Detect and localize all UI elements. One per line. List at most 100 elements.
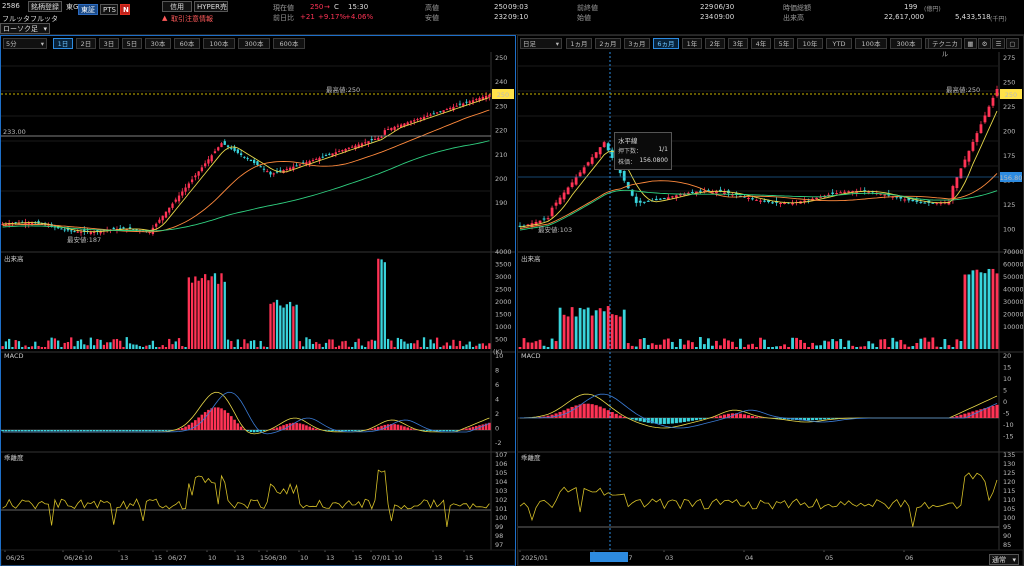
leftRanges-btn-2[interactable]: 3日 (99, 38, 119, 49)
undefined-candle (574, 177, 578, 185)
leftRanges-btn-0[interactable]: 1日 (53, 38, 73, 49)
left-chart-svg[interactable]: 250240230220210200190250最高値:250最安値:18740… (1, 52, 515, 566)
window-icon[interactable]: ▢ (1006, 38, 1019, 49)
undefined-volume-bar (318, 343, 321, 349)
rightRanges-btn-8[interactable]: 5年 (774, 38, 794, 49)
undefined-macd-line (2, 391, 490, 435)
rightRanges-btn-9[interactable]: 10年 (797, 38, 823, 49)
undefined-candle (562, 192, 566, 200)
undefined-volume-bar (911, 346, 915, 349)
right-chart-pane[interactable]: 日足 ▾ 1ヵ月 2ヵ月 3ヵ月 6ヵ月 1年 2年 3年 4年 5年 10年 YTD 100本 300本… (517, 35, 1024, 566)
right-footer-select[interactable]: 通常 ▾ (989, 554, 1019, 565)
undefined-volume-bar (122, 347, 125, 349)
rightRanges-btn-12[interactable]: 300本 (890, 38, 922, 49)
leftRanges-btn-6[interactable]: 100本 (203, 38, 235, 49)
technical-button[interactable]: テクニカル (928, 38, 962, 58)
crosshair-price-text: 156.80 (1000, 174, 1023, 182)
credit-button[interactable]: 信用 (162, 1, 192, 12)
undefined-candle (566, 187, 570, 195)
register-button[interactable]: 銘柄登録 (28, 1, 62, 12)
undefined-volume-bar (30, 346, 34, 349)
left-chart-pane[interactable]: 5分 ▾ 1日 2日 3日 5日 30本 60本 100本 300本 600本 250 240 230… (0, 35, 516, 566)
chevron-down-icon: ▾ (40, 40, 44, 48)
undefined-macd-hist (425, 430, 429, 431)
open-value: 234 (700, 13, 714, 21)
undefined-macd-hist (442, 430, 445, 432)
undefined-candle (262, 168, 266, 170)
undefined-psy-tick: 100 (1003, 514, 1015, 522)
leftRanges-btn-7[interactable]: 300本 (238, 38, 270, 49)
right-interval-select[interactable]: 日足 ▾ (520, 38, 562, 49)
undefined-macd-hist (184, 426, 187, 430)
undefined-volume-bar (239, 347, 243, 349)
undefined-candle (351, 146, 354, 148)
leftRanges-btn-3[interactable]: 5日 (122, 38, 142, 49)
undefined-candle (963, 159, 967, 168)
rightRanges-btn-10[interactable]: YTD (826, 38, 852, 49)
undefined-price-label-text: 250 (497, 91, 509, 99)
undefined-candle (779, 202, 782, 204)
undefined-volume-bar (21, 347, 24, 349)
undefined-volume-bar (194, 276, 197, 349)
undefined-volume-bar (618, 316, 622, 349)
undefined-macd-hist (308, 426, 312, 430)
list-icon[interactable]: ☰ (992, 38, 1005, 49)
undefined-volume-bar (8, 338, 11, 349)
undefined-candle (432, 113, 435, 115)
undefined-macd-hist (819, 418, 823, 420)
undefined-candle (324, 155, 328, 157)
undefined-macd-hist (630, 418, 634, 420)
undefined-volume-bar (859, 346, 863, 349)
rightRanges-btn-6[interactable]: 3年 (728, 38, 748, 49)
undefined-macd-hist (145, 430, 148, 432)
undefined-macd-hist (995, 404, 999, 418)
right-chart-svg[interactable]: 275250225200175150125100250最高値:250最安値:10… (518, 52, 1023, 566)
undefined-macd-hist (1, 430, 4, 432)
undefined-psy-tick: 102 (495, 496, 507, 504)
undefined-volume-bar (102, 344, 106, 349)
leftRanges-btn-1[interactable]: 2日 (76, 38, 96, 49)
tab-pts[interactable]: PTS (100, 4, 118, 15)
undefined-volume-bar (272, 302, 275, 349)
undefined-macd-hist (161, 430, 165, 432)
undefined-volume-bar (168, 338, 171, 349)
leftRanges-btn-4[interactable]: 30本 (145, 38, 171, 49)
left-interval-select[interactable]: 5分 ▾ (3, 38, 47, 49)
settings-icon[interactable]: ⚙ (978, 38, 991, 49)
rightRanges-btn-3[interactable]: 6ヵ月 (653, 38, 679, 49)
rightRanges-btn-1[interactable]: 2ヵ月 (595, 38, 621, 49)
undefined-volume-bar (827, 341, 831, 349)
tab-exchange[interactable]: 東証 (78, 4, 98, 15)
leftRanges-btn-5[interactable]: 60本 (174, 38, 200, 49)
undefined-macd-hist (439, 430, 442, 432)
rightRanges-btn-5[interactable]: 2年 (705, 38, 725, 49)
undefined-candle (204, 163, 207, 167)
warning-label[interactable]: 取引注意情報 (171, 14, 213, 24)
undefined-volume-bar (308, 339, 311, 349)
undefined-macd-hist (778, 418, 783, 419)
hyper-sell-button[interactable]: HYPER売 (194, 1, 228, 12)
undefined-volume-tick: 1500 (495, 311, 512, 319)
rightRanges-btn-11[interactable]: 100本 (855, 38, 887, 49)
undefined-candle (177, 195, 181, 202)
undefined-x-tick: 06 (905, 554, 913, 562)
leftRanges-btn-8[interactable]: 600本 (273, 38, 305, 49)
undefined-volume-bar (534, 341, 538, 349)
undefined-volume-bar (145, 345, 148, 349)
undefined-volume-bar (979, 272, 983, 349)
undefined-candle (373, 139, 377, 141)
undefined-macd-hist (102, 430, 106, 432)
undefined-volume-bar (174, 341, 177, 349)
undefined-macd-hist (406, 427, 410, 430)
undefined-volume-bar (883, 339, 887, 349)
grid-icon[interactable]: ▦ (964, 38, 977, 49)
chart-type-select[interactable]: ローソク足 ▾ (0, 23, 50, 34)
rightRanges-btn-0[interactable]: 1ヵ月 (566, 38, 592, 49)
undefined-macd-hist (811, 418, 815, 421)
undefined-candle (184, 187, 187, 192)
undefined-volume-bar (324, 342, 328, 349)
undefined-candle (678, 194, 682, 196)
rightRanges-btn-7[interactable]: 4年 (751, 38, 771, 49)
rightRanges-btn-4[interactable]: 1年 (682, 38, 702, 49)
rightRanges-btn-2[interactable]: 3ヵ月 (624, 38, 650, 49)
